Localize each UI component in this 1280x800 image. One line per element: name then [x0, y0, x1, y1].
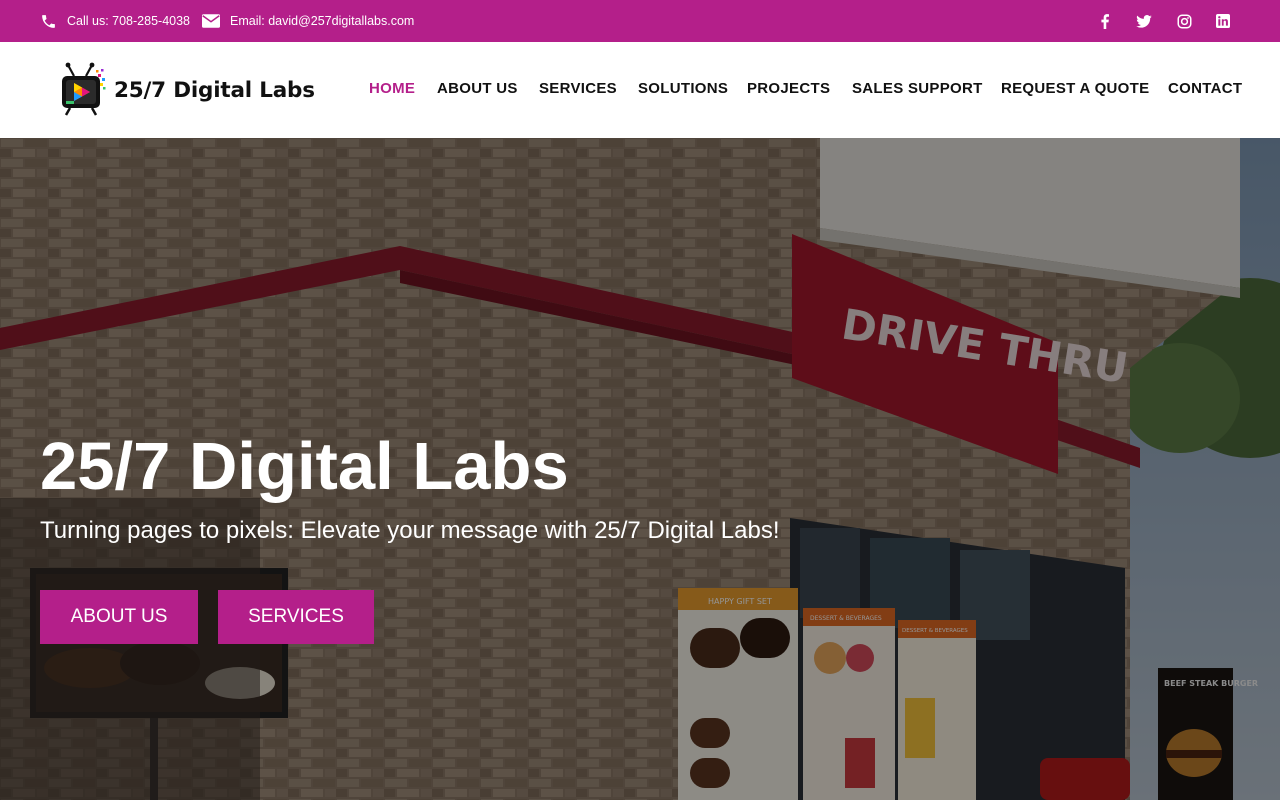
linkedin-icon[interactable]	[1211, 0, 1235, 42]
nav-contact[interactable]: CONTACT	[1168, 80, 1242, 98]
nav-solutions[interactable]: SOLUTIONS	[638, 80, 728, 98]
nav-projects[interactable]: PROJECTS	[747, 80, 830, 98]
tv-logo-icon	[62, 62, 106, 116]
twitter-icon[interactable]	[1132, 0, 1156, 42]
email-contact[interactable]: Email: david@257digitallabs.com	[202, 0, 414, 42]
nav-request-a-quote[interactable]: REQUEST A QUOTE	[1001, 80, 1149, 98]
instagram-icon[interactable]	[1172, 0, 1196, 42]
facebook-icon[interactable]	[1093, 0, 1117, 42]
hero-title: 25/7 Digital Labs	[40, 429, 569, 504]
phone-contact[interactable]: Call us: 708-285-4038	[40, 0, 190, 42]
envelope-icon	[202, 14, 220, 28]
hero-section: DRIVE THRU HAPPY GIFT SET DESSERT & BEVE…	[0, 138, 1280, 800]
site-logo[interactable]: 25/7 Digital Labs	[60, 60, 315, 120]
top-bar: Call us: 708-285-4038 Email: david@257di…	[0, 0, 1280, 42]
phone-text: Call us: 708-285-4038	[67, 14, 190, 28]
hero-subtitle: Turning pages to pixels: Elevate your me…	[40, 517, 780, 544]
nav-home[interactable]: HOME	[369, 80, 415, 98]
about-us-button[interactable]: ABOUT US	[40, 590, 198, 644]
nav-services[interactable]: SERVICES	[539, 80, 617, 98]
nav-sales-support[interactable]: SALES SUPPORT	[852, 80, 983, 98]
services-button[interactable]: SERVICES	[218, 590, 374, 644]
site-header: 25/7 Digital Labs HOME ABOUT US SERVICES…	[0, 42, 1280, 138]
nav-about-us[interactable]: ABOUT US	[437, 80, 518, 98]
phone-icon	[42, 14, 55, 28]
logo-text: 25/7 Digital Labs	[114, 77, 315, 103]
email-text: Email: david@257digitallabs.com	[230, 14, 415, 28]
